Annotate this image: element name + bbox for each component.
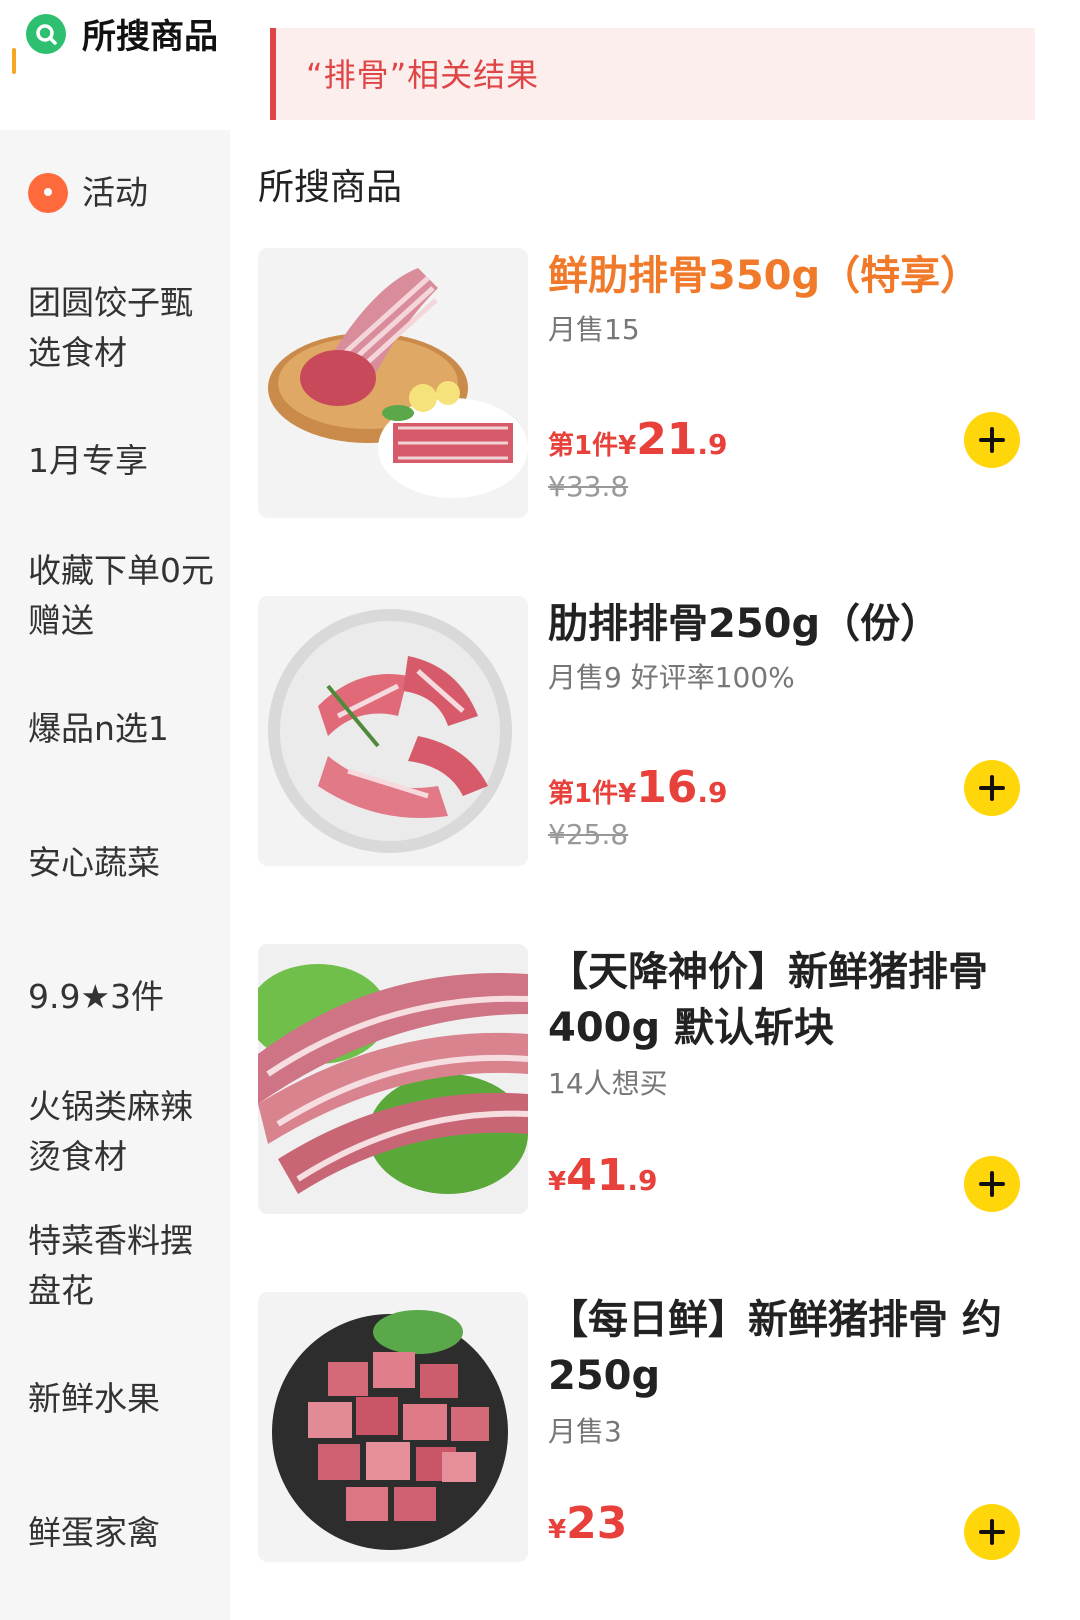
product-card[interactable]: 【天降神价】新鲜猪排骨400g 默认斩块 14人想买 ¥41.9 (258, 944, 1038, 1219)
active-indicator (12, 48, 16, 74)
sidebar-item-vegetables[interactable]: 安心蔬菜 (28, 838, 218, 888)
product-price: ¥41.9 (548, 1150, 657, 1201)
price-integer: 23 (566, 1498, 628, 1549)
price-prefix: ¥ (548, 1167, 567, 1197)
sidebar-item-hot-pick[interactable]: 爆品n选1 (28, 704, 218, 754)
sidebar-item-favorite-gift[interactable]: 收藏下单0元赠送 (28, 546, 218, 646)
plus-icon (979, 1519, 1005, 1545)
add-to-cart-button[interactable] (964, 760, 1020, 816)
sidebar-item-activity[interactable]: 活动 (28, 168, 218, 218)
location-icon (28, 173, 68, 213)
price-integer: 16 (636, 762, 698, 813)
product-want-count: 14人想买 (548, 1067, 668, 1100)
search-result-text: “排骨”相关结果 (306, 56, 540, 94)
product-image[interactable] (258, 596, 528, 866)
plus-icon (979, 1171, 1005, 1197)
price-prefix: 第1件¥ (548, 779, 637, 809)
product-card[interactable]: 鲜肋排骨350g（特享） 月售15 第1件¥21.9 ¥33.8 (258, 248, 1038, 523)
sidebar-item-9-9-deal[interactable]: 9.9★3件 (28, 972, 218, 1022)
add-to-cart-button[interactable] (964, 1156, 1020, 1212)
sidebar-item-dumplings[interactable]: 团圆饺子甄选食材 (28, 278, 218, 378)
product-image[interactable] (258, 248, 528, 518)
sidebar-item-searched[interactable]: 所搜商品 (0, 0, 230, 130)
price-prefix: ¥ (548, 1515, 567, 1545)
product-title[interactable]: 【天降神价】新鲜猪排骨400g 默认斩块 (548, 944, 1038, 1056)
category-sidebar: 所搜商品 活动 团圆饺子甄选食材 1月专享 收藏下单0元赠送 爆品n选1 安心蔬… (0, 0, 230, 1620)
add-to-cart-button[interactable] (964, 1504, 1020, 1560)
original-price: ¥33.8 (548, 470, 629, 503)
price-integer: 41 (566, 1150, 628, 1201)
sidebar-item-label: 活动 (82, 173, 148, 212)
search-result-banner: “排骨”相关结果 (270, 28, 1035, 120)
add-to-cart-button[interactable] (964, 412, 1020, 468)
product-title[interactable]: 肋排排骨250g（份） (548, 596, 1038, 652)
banner-accent (270, 28, 276, 120)
price-decimal: .9 (697, 776, 728, 809)
price-prefix: 第1件¥ (548, 431, 637, 461)
product-sales: 月售15 (548, 313, 640, 346)
product-card[interactable]: 肋排排骨250g（份） 月售9 好评率100% 第1件¥16.9 ¥25.8 (258, 596, 1038, 871)
product-price: 第1件¥21.9 (548, 414, 728, 465)
product-sales: 月售3 (548, 1415, 622, 1448)
product-price: 第1件¥16.9 (548, 762, 728, 813)
sidebar-item-spices[interactable]: 特菜香料摆盘花 (28, 1216, 218, 1316)
price-integer: 21 (636, 414, 698, 465)
sidebar-item-label: 所搜商品 (82, 17, 218, 57)
product-image[interactable] (258, 1292, 528, 1562)
sidebar-item-january[interactable]: 1月专享 (28, 436, 218, 486)
product-title[interactable]: 鲜肋排骨350g（特享） (548, 248, 1038, 304)
plus-icon (979, 775, 1005, 801)
product-price: ¥23 (548, 1498, 627, 1549)
sidebar-item-hotpot[interactable]: 火锅类麻辣烫食材 (28, 1082, 218, 1182)
sidebar-item-eggs-poultry[interactable]: 鲜蛋家禽 (28, 1508, 218, 1558)
product-card[interactable]: 【每日鲜】新鲜猪排骨 约250g 月售3 ¥23 (258, 1292, 1038, 1567)
product-sales: 月售9 好评率100% (548, 661, 795, 694)
price-decimal: .9 (697, 428, 728, 461)
product-image[interactable] (258, 944, 528, 1214)
original-price: ¥25.8 (548, 818, 629, 851)
plus-icon (979, 427, 1005, 453)
section-title: 所搜商品 (258, 167, 403, 208)
price-decimal: .9 (627, 1164, 658, 1197)
product-title[interactable]: 【每日鲜】新鲜猪排骨 约250g (548, 1292, 1038, 1404)
sidebar-item-fruit[interactable]: 新鲜水果 (28, 1374, 218, 1424)
